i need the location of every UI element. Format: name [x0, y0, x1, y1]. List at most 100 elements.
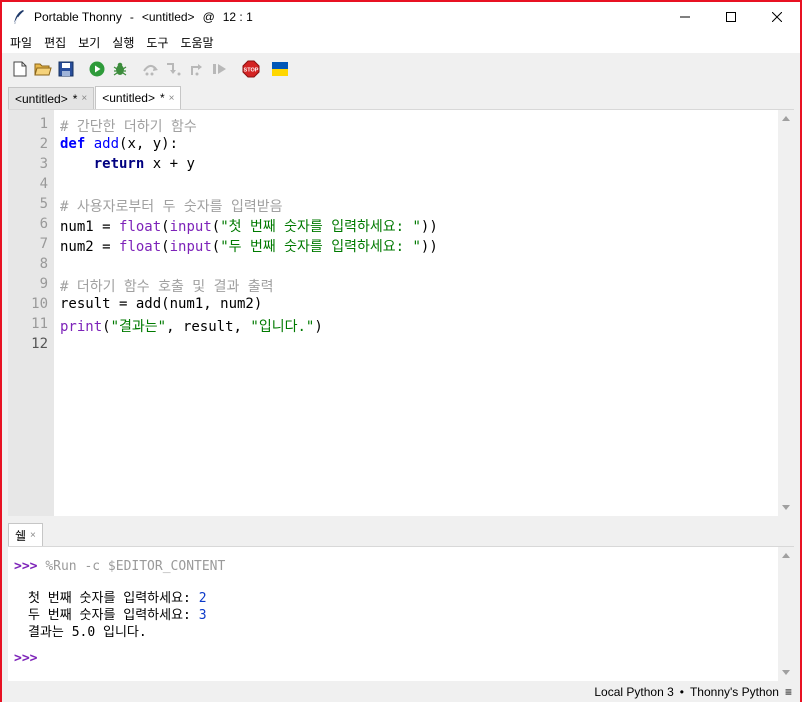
window-title-doc: <untitled> — [141, 9, 195, 24]
code-text: ( — [211, 239, 221, 255]
python-name-label[interactable]: Thonny's Python — [690, 685, 779, 699]
step-over-button[interactable] — [141, 59, 161, 79]
code-line-6: num1 = float(input("첫 번째 숫자를 입력하세요: ")) — [60, 216, 438, 236]
code-text: ) — [314, 319, 323, 335]
resume-button[interactable] — [210, 59, 230, 79]
tab-close-icon[interactable]: × — [81, 93, 87, 104]
tab-untitled-1[interactable]: <untitled> * × — [8, 87, 95, 109]
builtin-float: float — [119, 239, 162, 255]
window-controls — [662, 2, 800, 31]
tab-label: <untitled> — [15, 91, 68, 106]
line-number: 10 — [31, 296, 48, 312]
thonny-feather-icon — [13, 9, 24, 24]
menu-edit[interactable]: 편집 — [42, 34, 74, 51]
run-icon — [89, 61, 105, 77]
maximize-button[interactable] — [708, 2, 754, 31]
code-line-1: # 간단한 더하기 함수 — [60, 116, 197, 136]
string-literal: "결과는" — [110, 319, 167, 335]
code-editor[interactable]: 1 2 3 4 5 6 7 8 9 10 11 12 # 간단한 더하기 함수 … — [8, 109, 794, 516]
scroll-down-arrow-icon[interactable] — [782, 670, 790, 675]
shell-command: %Run -c $EDITOR_CONTENT — [45, 559, 226, 574]
code-text: ( — [161, 239, 170, 255]
builtin-print: print — [60, 319, 103, 335]
code-text: (x, y): — [119, 136, 179, 152]
save-button[interactable] — [56, 59, 76, 79]
step-into-button[interactable] — [164, 59, 184, 79]
menu-tools[interactable]: 도구 — [144, 34, 176, 51]
tab-close-icon[interactable]: × — [169, 93, 175, 104]
title-bar[interactable]: Portable Thonny - <untitled> @ 12 : 1 — [2, 2, 800, 31]
builtin-input: input — [169, 219, 212, 235]
menu-help[interactable]: 도움말 — [178, 34, 221, 51]
menu-view[interactable]: 보기 — [76, 34, 108, 51]
shell-tab-label: 쉘 — [15, 528, 27, 543]
code-text: )) — [420, 219, 438, 235]
string-literal: "입니다." — [250, 319, 315, 335]
stop-icon-text: STOP — [244, 68, 259, 74]
window-title-app: Portable Thonny — [34, 9, 122, 24]
open-file-button[interactable] — [33, 59, 53, 79]
thonny-window: Portable Thonny - <untitled> @ 12 : 1 파일… — [0, 0, 802, 702]
builtin-float: float — [119, 219, 162, 235]
line-number: 4 — [39, 176, 48, 192]
shell-tabs: 쉘 × — [2, 521, 800, 546]
menu-file[interactable]: 파일 — [8, 34, 40, 51]
tab-shell[interactable]: 쉘 × — [8, 523, 43, 546]
stop-icon: STOP — [242, 60, 260, 78]
comment: # 더하기 함수 호출 및 결과 출력 — [60, 279, 274, 295]
code-text: )) — [420, 239, 438, 255]
line-number: 2 — [39, 136, 48, 152]
shell-command-line: >>> %Run -c $EDITOR_CONTENT — [14, 559, 225, 574]
window-title-at: @ — [202, 9, 215, 24]
shell-tab-close-icon[interactable]: × — [30, 530, 36, 541]
line-number: 11 — [31, 316, 48, 332]
run-button[interactable] — [87, 59, 107, 79]
shell-output-line: 결과는 5.0 입니다. — [28, 621, 147, 640]
stop-button[interactable]: STOP — [241, 59, 261, 79]
close-window-button[interactable] — [754, 2, 800, 31]
tab-untitled-2[interactable]: <untitled> * × — [95, 86, 182, 109]
new-file-icon — [13, 61, 27, 77]
open-file-icon — [34, 63, 52, 76]
ukraine-flag-button[interactable] — [270, 59, 290, 79]
window-title-cursor: 12 : 1 — [222, 9, 253, 24]
shell-scrollbar[interactable] — [778, 547, 794, 681]
line-number: 8 — [39, 256, 48, 272]
resume-icon — [213, 64, 226, 74]
code-text: ( — [102, 319, 111, 335]
menu-run[interactable]: 실행 — [110, 34, 142, 51]
code-line-10: result = add(num1, num2) — [60, 296, 262, 316]
line-number: 7 — [39, 236, 48, 252]
minimize-button[interactable] — [662, 2, 708, 31]
editor-tabs: <untitled> * × <untitled> * × — [2, 86, 800, 109]
tab-modified-marker: * — [159, 91, 165, 105]
code-text: ( — [211, 219, 221, 235]
shell-panel[interactable]: >>> %Run -c $EDITOR_CONTENT 첫 번째 숫자를 입력하… — [8, 546, 794, 681]
editor-scrollbar[interactable] — [778, 110, 794, 516]
builtin-input: input — [169, 239, 212, 255]
toolbar: STOP — [2, 53, 800, 85]
interpreter-label[interactable]: Local Python 3 — [594, 685, 673, 699]
step-out-button[interactable] — [187, 59, 207, 79]
shell-input-value: 3 — [198, 608, 207, 623]
tab-label: <untitled> — [102, 91, 155, 105]
function-name: add — [93, 136, 120, 152]
status-menu-icon[interactable]: ≡ — [785, 685, 792, 699]
code-line-3: return x + y — [60, 156, 195, 176]
keyword-return: return — [93, 156, 145, 172]
comment: # 사용자로부터 두 숫자를 입력받음 — [60, 199, 283, 215]
ukraine-flag-icon — [272, 62, 288, 76]
shell-output-text: 결과는 5.0 입니다. — [28, 625, 147, 640]
shell-input-line[interactable]: >>> — [14, 651, 37, 666]
scroll-up-arrow-icon[interactable] — [782, 116, 790, 121]
code-text: num1 = — [60, 219, 120, 235]
debug-button[interactable] — [110, 59, 130, 79]
scroll-down-arrow-icon[interactable] — [782, 505, 790, 510]
scroll-up-arrow-icon[interactable] — [782, 553, 790, 558]
step-over-icon — [143, 65, 158, 76]
code-text: num2 = — [60, 239, 120, 255]
new-file-button[interactable] — [10, 59, 30, 79]
comment: # 간단한 더하기 함수 — [60, 119, 197, 135]
keyword-def: def — [60, 136, 86, 152]
step-into-icon — [167, 63, 181, 76]
